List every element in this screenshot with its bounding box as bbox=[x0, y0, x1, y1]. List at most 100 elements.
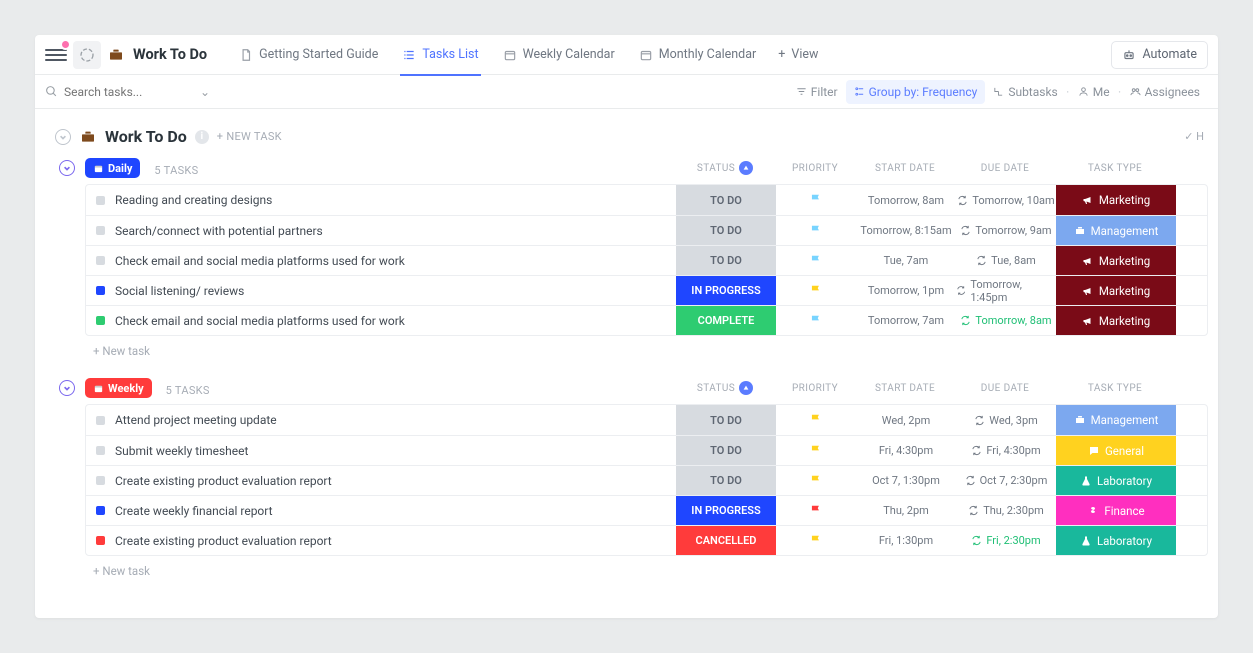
due-date-cell[interactable]: Tomorrow, 10am bbox=[956, 194, 1056, 207]
due-date-cell[interactable]: Fri, 4:30pm bbox=[956, 444, 1056, 457]
new-task-row-button[interactable]: + New task bbox=[45, 336, 1208, 358]
priority-cell[interactable] bbox=[776, 413, 856, 427]
priority-cell[interactable] bbox=[776, 534, 856, 548]
status-cell[interactable]: TO DO bbox=[676, 405, 776, 435]
filter-button[interactable]: Filter bbox=[788, 80, 846, 104]
task-type-cell[interactable]: Management bbox=[1056, 216, 1176, 245]
task-name-cell[interactable]: Create existing product evaluation repor… bbox=[86, 534, 676, 548]
subtasks-button[interactable]: Subtasks bbox=[985, 80, 1065, 104]
task-name-cell[interactable]: Reading and creating designs bbox=[86, 193, 676, 207]
column-header-priority[interactable]: PRIORITY bbox=[775, 383, 855, 394]
hide-button[interactable]: ✓ H bbox=[1184, 130, 1204, 143]
column-header-due[interactable]: DUE DATE bbox=[955, 383, 1055, 394]
task-type-cell[interactable]: Management bbox=[1056, 405, 1176, 435]
priority-cell[interactable] bbox=[776, 444, 856, 458]
due-date-cell[interactable]: Tomorrow, 9am bbox=[956, 224, 1056, 237]
collapse-group-button[interactable] bbox=[59, 160, 75, 176]
start-date-cell[interactable]: Wed, 2pm bbox=[856, 414, 956, 427]
status-cell[interactable]: IN PROGRESS bbox=[676, 276, 776, 305]
assignees-button[interactable]: Assignees bbox=[1122, 80, 1208, 104]
automate-button[interactable]: Automate bbox=[1111, 41, 1208, 69]
due-date-cell[interactable]: Wed, 3pm bbox=[956, 414, 1056, 427]
due-date-cell[interactable]: Oct 7, 2:30pm bbox=[956, 474, 1056, 487]
task-row[interactable]: Create existing product evaluation repor… bbox=[86, 525, 1207, 555]
search-input[interactable] bbox=[64, 85, 194, 99]
tab-monthly-calendar[interactable]: Monthly Calendar bbox=[629, 35, 767, 75]
status-cell[interactable]: CANCELLED bbox=[676, 526, 776, 555]
task-type-cell[interactable]: General bbox=[1056, 436, 1176, 465]
start-date-cell[interactable]: Fri, 1:30pm bbox=[856, 534, 956, 547]
column-header-start[interactable]: START DATE bbox=[855, 383, 955, 394]
priority-cell[interactable] bbox=[776, 254, 856, 268]
column-header-priority[interactable]: PRIORITY bbox=[775, 163, 855, 174]
task-name-cell[interactable]: Check email and social media platforms u… bbox=[86, 254, 676, 268]
status-cell[interactable]: COMPLETE bbox=[676, 306, 776, 335]
start-date-cell[interactable]: Tomorrow, 1pm bbox=[856, 284, 956, 297]
due-date-cell[interactable]: Thu, 2:30pm bbox=[956, 504, 1056, 517]
column-header-tasktype[interactable]: TASK TYPE bbox=[1055, 163, 1175, 174]
due-date-cell[interactable]: Tomorrow, 1:45pm bbox=[956, 278, 1056, 304]
status-cell[interactable]: IN PROGRESS bbox=[676, 496, 776, 525]
priority-cell[interactable] bbox=[776, 504, 856, 518]
status-cell[interactable]: TO DO bbox=[676, 185, 776, 215]
task-row[interactable]: Attend project meeting update TO DO Wed,… bbox=[86, 405, 1207, 435]
task-row[interactable]: Create weekly financial report IN PROGRE… bbox=[86, 495, 1207, 525]
task-type-cell[interactable]: Marketing bbox=[1056, 246, 1176, 275]
column-header-start[interactable]: START DATE bbox=[855, 163, 955, 174]
task-type-cell[interactable]: Marketing bbox=[1056, 185, 1176, 215]
priority-cell[interactable] bbox=[776, 314, 856, 328]
collapse-list-button[interactable] bbox=[55, 129, 71, 145]
column-header-status[interactable]: STATUS bbox=[675, 161, 775, 175]
task-name-cell[interactable]: Create weekly financial report bbox=[86, 504, 676, 518]
task-row[interactable]: Social listening/ reviews IN PROGRESS To… bbox=[86, 275, 1207, 305]
group-badge[interactable]: Daily bbox=[85, 158, 140, 178]
task-row[interactable]: Search/connect with potential partners T… bbox=[86, 215, 1207, 245]
status-cell[interactable]: TO DO bbox=[676, 216, 776, 245]
task-name-cell[interactable]: Search/connect with potential partners bbox=[86, 224, 676, 238]
due-date-cell[interactable]: Tue, 8am bbox=[956, 254, 1056, 267]
group-by-button[interactable]: Group by: Frequency bbox=[846, 80, 986, 104]
priority-cell[interactable] bbox=[776, 224, 856, 238]
start-date-cell[interactable]: Fri, 4:30pm bbox=[856, 444, 956, 457]
due-date-cell[interactable]: Fri, 2:30pm bbox=[956, 534, 1056, 547]
tab-weekly-calendar[interactable]: Weekly Calendar bbox=[493, 35, 625, 75]
menu-button[interactable] bbox=[45, 44, 67, 66]
info-icon[interactable]: i bbox=[195, 130, 209, 144]
priority-cell[interactable] bbox=[776, 474, 856, 488]
task-type-cell[interactable]: Marketing bbox=[1056, 306, 1176, 335]
task-type-cell[interactable]: Laboratory bbox=[1056, 526, 1176, 555]
column-header-due[interactable]: DUE DATE bbox=[955, 163, 1055, 174]
task-row[interactable]: Submit weekly timesheet TO DO Fri, 4:30p… bbox=[86, 435, 1207, 465]
task-row[interactable]: Create existing product evaluation repor… bbox=[86, 465, 1207, 495]
start-date-cell[interactable]: Tomorrow, 7am bbox=[856, 314, 956, 327]
task-type-cell[interactable]: Finance bbox=[1056, 496, 1176, 525]
tab-getting-started-guide[interactable]: Getting Started Guide bbox=[229, 35, 388, 75]
me-button[interactable]: Me bbox=[1070, 80, 1118, 104]
start-date-cell[interactable]: Oct 7, 1:30pm bbox=[856, 474, 956, 487]
loading-indicator[interactable] bbox=[73, 41, 101, 69]
status-cell[interactable]: TO DO bbox=[676, 436, 776, 465]
search-box[interactable]: ⌄ bbox=[45, 85, 245, 99]
task-name-cell[interactable]: Submit weekly timesheet bbox=[86, 444, 676, 458]
column-header-status[interactable]: STATUS bbox=[675, 381, 775, 395]
due-date-cell[interactable]: Tomorrow, 8am bbox=[956, 314, 1056, 327]
group-badge[interactable]: Weekly bbox=[85, 378, 152, 398]
task-type-cell[interactable]: Laboratory bbox=[1056, 466, 1176, 495]
start-date-cell[interactable]: Tomorrow, 8:15am bbox=[856, 224, 956, 237]
task-name-cell[interactable]: Check email and social media platforms u… bbox=[86, 314, 676, 328]
column-header-tasktype[interactable]: TASK TYPE bbox=[1055, 383, 1175, 394]
status-cell[interactable]: TO DO bbox=[676, 246, 776, 275]
task-type-cell[interactable]: Marketing bbox=[1056, 276, 1176, 305]
priority-cell[interactable] bbox=[776, 284, 856, 298]
task-row[interactable]: Check email and social media platforms u… bbox=[86, 245, 1207, 275]
task-row[interactable]: Check email and social media platforms u… bbox=[86, 305, 1207, 335]
new-task-row-button[interactable]: + New task bbox=[45, 556, 1208, 578]
add-view-button[interactable]: + View bbox=[768, 40, 828, 70]
start-date-cell[interactable]: Thu, 2pm bbox=[856, 504, 956, 517]
status-cell[interactable]: TO DO bbox=[676, 466, 776, 495]
start-date-cell[interactable]: Tue, 7am bbox=[856, 254, 956, 267]
start-date-cell[interactable]: Tomorrow, 8am bbox=[856, 194, 956, 207]
task-name-cell[interactable]: Social listening/ reviews bbox=[86, 284, 676, 298]
new-task-header-button[interactable]: + NEW TASK bbox=[217, 130, 282, 143]
task-name-cell[interactable]: Attend project meeting update bbox=[86, 413, 676, 427]
